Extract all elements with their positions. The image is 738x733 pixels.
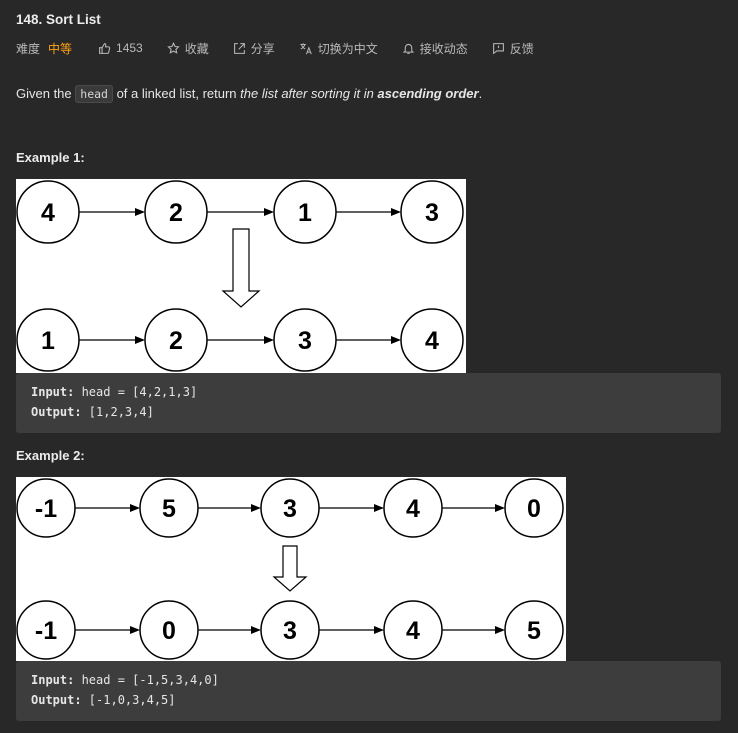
arrow-head: [374, 626, 384, 634]
example-2-diagram: -1 5 3 4 0 -1 0 3 4 5: [16, 477, 566, 661]
star-icon: [167, 41, 180, 54]
node-value: 4: [41, 199, 55, 227]
input-label: Input:: [31, 385, 75, 399]
share-icon: [233, 42, 245, 54]
arrow-head: [251, 504, 261, 512]
output-value: [-1,0,3,4,5]: [81, 693, 176, 707]
node-value: 1: [298, 199, 312, 227]
thumbs-up-icon: [99, 42, 111, 54]
feedback-button[interactable]: 反馈: [492, 40, 534, 57]
description-text: .: [478, 86, 483, 101]
arrow-head: [130, 504, 140, 512]
example-2-after-row: -1 0 3 4 5: [16, 600, 564, 660]
description-italic: the list after sorting it in: [240, 86, 378, 101]
difficulty-badge: 中等: [48, 41, 73, 56]
description-bold: ascending order: [377, 86, 479, 101]
like-button[interactable]: 1453: [98, 41, 143, 55]
sort-down-arrow: [272, 545, 308, 592]
description-text: of a linked list, return: [112, 86, 241, 101]
arrow-head: [264, 336, 274, 344]
node-value: 3: [425, 199, 439, 227]
node-value: -1: [35, 617, 57, 645]
node-value: 4: [406, 617, 420, 645]
arrow-head: [135, 336, 145, 344]
arrow-head: [391, 208, 401, 216]
arrow-head: [495, 626, 505, 634]
difficulty-label: 难度: [16, 41, 41, 56]
node-value: 4: [425, 327, 439, 355]
arrow-head: [495, 504, 505, 512]
node-value: 5: [527, 617, 541, 645]
problem-description: Given the head of a linked list, return …: [16, 85, 483, 103]
translate-label: 切换为中文: [317, 41, 378, 56]
output-label: Output:: [31, 693, 82, 707]
feedback-icon: [492, 42, 504, 54]
feedback-label: 反馈: [509, 41, 534, 56]
input-value: head = [-1,5,3,4,0]: [74, 673, 219, 687]
node-value: 0: [162, 617, 176, 645]
problem-title: 148. Sort List: [16, 12, 101, 27]
example-1-title: Example 1:: [16, 150, 85, 165]
node-value: 5: [162, 495, 176, 523]
node-value: -1: [35, 495, 57, 523]
arrow-head: [391, 336, 401, 344]
arrow-head: [130, 626, 140, 634]
example-1-code-block: Input: head = [4,2,1,3] Output: [1,2,3,4…: [16, 373, 721, 433]
node-value: 0: [527, 495, 541, 523]
example-2-title: Example 2:: [16, 448, 85, 463]
example-2-linked-list-image: -1 5 3 4 0 -1 0 3 4 5: [16, 478, 564, 660]
node-value: 2: [169, 327, 183, 355]
example-1-diagram: 4 2 1 3 1 2 3 4: [16, 179, 466, 373]
example-2-code-block: Input: head = [-1,5,3,4,0] Output: [-1,0…: [16, 661, 721, 721]
arrow-head: [251, 626, 261, 634]
translate-button[interactable]: 切换为中文: [299, 40, 378, 57]
subscribe-button[interactable]: 接收动态: [402, 40, 468, 57]
node-value: 2: [169, 199, 183, 227]
input-label: Input:: [31, 673, 75, 687]
inline-code: head: [75, 85, 113, 103]
output-value: [1,2,3,4]: [81, 405, 154, 419]
favorite-label: 收藏: [184, 41, 209, 56]
bell-icon: [402, 43, 415, 54]
share-label: 分享: [250, 41, 275, 56]
arrow-head: [374, 504, 384, 512]
description-text: Given the: [16, 86, 76, 101]
example-1-linked-list-image: 4 2 1 3 1 2 3 4: [16, 180, 464, 372]
example-2-before-row: -1 5 3 4 0: [16, 478, 564, 538]
sort-down-arrow: [221, 228, 261, 308]
input-value: head = [4,2,1,3]: [74, 385, 198, 399]
arrow-head: [135, 208, 145, 216]
translate-icon: [300, 42, 312, 54]
output-label: Output:: [31, 405, 82, 419]
arrow-head: [264, 208, 274, 216]
node-value: 3: [283, 495, 297, 523]
example-1-after-row: 1 2 3 4: [16, 308, 464, 372]
problem-meta-bar: 难度 中等 1453 收藏 分享 切换为中文 接收动态 反馈: [16, 40, 558, 56]
node-value: 4: [406, 495, 420, 523]
like-count: 1453: [116, 41, 143, 55]
node-value: 3: [298, 327, 312, 355]
node-value: 1: [41, 327, 55, 355]
node-value: 3: [283, 617, 297, 645]
subscribe-label: 接收动态: [419, 41, 468, 56]
favorite-button[interactable]: 收藏: [167, 40, 209, 57]
share-button[interactable]: 分享: [233, 40, 275, 57]
